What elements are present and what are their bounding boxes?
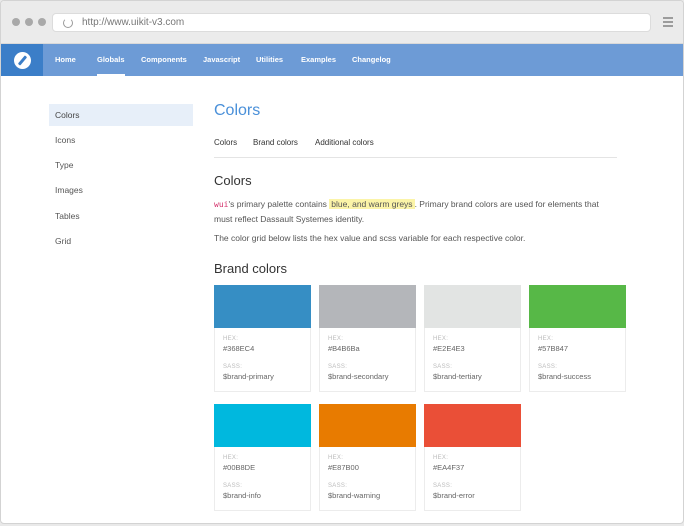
sidebar-item-colors[interactable]: Colors (49, 104, 193, 126)
compass-icon (13, 51, 31, 69)
tab-colors[interactable]: Colors (214, 138, 237, 147)
sass-value: $brand-info (223, 491, 261, 500)
hex-value: #E2E4E3 (433, 344, 465, 353)
hex-label: HEX: (328, 336, 344, 342)
nav-globals[interactable]: Globals (97, 44, 125, 76)
sass-label: SASS: (538, 364, 558, 370)
sass-label: SASS: (433, 364, 453, 370)
sass-value: $brand-primary (223, 372, 274, 381)
address-bar[interactable]: http://www.uikit-v3.com (52, 13, 651, 32)
hex-value: #B4B6Ba (328, 344, 360, 353)
sass-label: SASS: (223, 483, 243, 489)
color-swatch (214, 404, 311, 447)
hex-label: HEX: (328, 455, 344, 461)
hex-value: #57B847 (538, 344, 569, 353)
nav-utilities[interactable]: Utilities (256, 44, 283, 76)
color-card: HEX: #EA4F37 SASS: $brand-error (424, 404, 521, 511)
nav-home[interactable]: Home (55, 44, 76, 76)
grid-description: The color grid below lists the hex value… (214, 233, 526, 243)
hex-label: HEX: (433, 455, 449, 461)
sass-label: SASS: (223, 364, 243, 370)
sass-label: SASS: (328, 483, 348, 489)
section-heading-brand-colors: Brand colors (214, 261, 287, 276)
color-card: HEX: #368EC4 SASS: $brand-primary (214, 285, 311, 392)
hex-value: #368EC4 (223, 344, 255, 353)
window-controls (12, 18, 46, 26)
intro-highlight: blue, and warm greys (329, 199, 415, 209)
sass-value: $brand-warning (328, 491, 381, 500)
sidebar-item-icons[interactable]: Icons (49, 129, 193, 151)
intro-code: wui (214, 200, 229, 209)
url-text[interactable]: http://www.uikit-v3.com (82, 17, 184, 28)
color-swatch (529, 285, 626, 328)
sidebar-item-images[interactable]: Images (49, 179, 193, 201)
hex-value: #EA4F37 (433, 463, 465, 472)
maximize-dot-icon[interactable] (38, 18, 46, 26)
tab-additional-colors[interactable]: Additional colors (315, 138, 374, 147)
section-heading-colors: Colors (214, 173, 252, 188)
color-card: HEX: #00B8DE SASS: $brand-info (214, 404, 311, 511)
color-swatch (319, 404, 416, 447)
hex-value: #E87B00 (328, 463, 359, 472)
hex-value: #00B8DE (223, 463, 256, 472)
color-card: HEX: #E2E4E3 SASS: $brand-tertiary (424, 285, 521, 392)
browser-window: http://www.uikit-v3.com Home Globals Com… (0, 0, 684, 524)
hex-label: HEX: (223, 336, 239, 342)
nav-examples[interactable]: Examples (301, 44, 336, 76)
color-swatch (319, 285, 416, 328)
hex-label: HEX: (223, 455, 239, 461)
nav-components[interactable]: Components (141, 44, 187, 76)
tabs-divider (214, 157, 617, 158)
intro-paragraph: wui's primary palette contains blue, and… (214, 197, 619, 226)
hex-label: HEX: (433, 336, 449, 342)
color-card: HEX: #E87B00 SASS: $brand-warning (319, 404, 416, 511)
sidebar-item-tables[interactable]: Tables (49, 205, 193, 227)
sass-value: $brand-success (538, 372, 591, 381)
color-swatch (214, 285, 311, 328)
nav-javascript[interactable]: Javascript (203, 44, 240, 76)
color-swatch (424, 404, 521, 447)
hamburger-menu-icon[interactable] (663, 17, 673, 27)
sass-value: $brand-secondary (328, 372, 389, 381)
sass-value: $brand-error (433, 491, 475, 500)
color-card: HEX: #57B847 SASS: $brand-success (529, 285, 626, 392)
sass-label: SASS: (328, 364, 348, 370)
color-card: HEX: #B4B6Ba SASS: $brand-secondary (319, 285, 416, 392)
logo[interactable] (1, 44, 43, 76)
intro-before: 's primary palette contains (228, 199, 330, 209)
sass-value: $brand-tertiary (433, 372, 482, 381)
top-navigation: Home Globals Components Javascript Utili… (1, 44, 683, 76)
sidebar-item-type[interactable]: Type (49, 154, 193, 176)
tab-brand-colors[interactable]: Brand colors (253, 138, 298, 147)
reload-icon[interactable] (63, 17, 73, 28)
sidebar-item-grid[interactable]: Grid (49, 230, 193, 252)
hex-label: HEX: (538, 336, 554, 342)
browser-chrome: http://www.uikit-v3.com (1, 1, 683, 44)
minimize-dot-icon[interactable] (25, 18, 33, 26)
page-title: Colors (214, 102, 261, 119)
color-swatch (424, 285, 521, 328)
sass-label: SASS: (433, 483, 453, 489)
nav-changelog[interactable]: Changelog (352, 44, 391, 76)
close-dot-icon[interactable] (12, 18, 20, 26)
